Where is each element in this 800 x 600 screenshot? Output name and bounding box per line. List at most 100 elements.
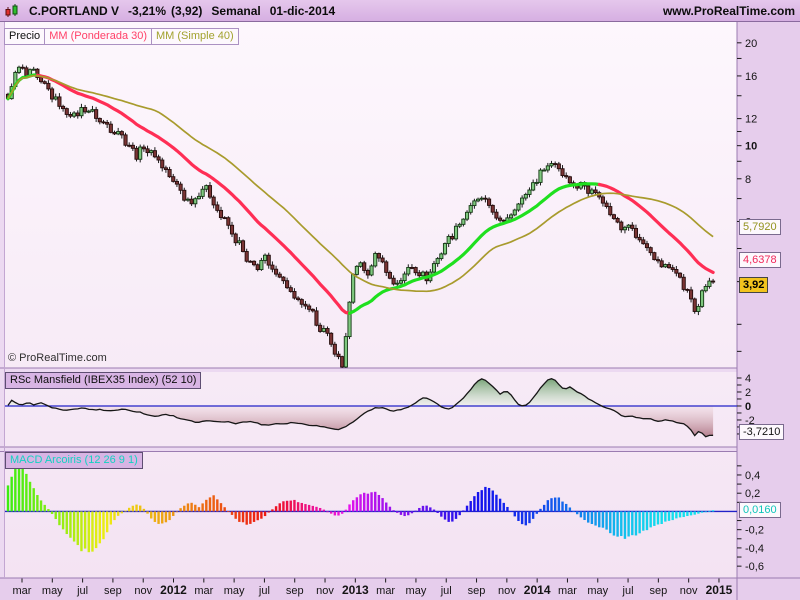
- candle-body: [604, 202, 609, 207]
- y-tick-label: 2: [745, 387, 751, 399]
- macd-bar: [642, 511, 645, 531]
- macd-bar: [535, 511, 539, 514]
- macd-bar: [576, 511, 579, 515]
- macd-bar: [693, 511, 696, 515]
- macd-bar: [509, 511, 513, 512]
- candle-body: [119, 131, 124, 136]
- candle-body: [167, 169, 172, 178]
- macd-bar: [351, 500, 355, 512]
- candle-body: [600, 196, 605, 204]
- macd-bar: [653, 511, 656, 526]
- candle-body: [593, 189, 598, 194]
- macd-bar: [542, 504, 546, 512]
- macd-bar: [447, 511, 450, 522]
- macd-bar: [263, 511, 267, 517]
- x-axis-label: nov: [680, 585, 698, 597]
- candle-body: [553, 163, 558, 166]
- macd-bar: [161, 511, 164, 524]
- macd-bar: [120, 511, 124, 514]
- macd-bar: [568, 507, 572, 512]
- macd-bar: [168, 511, 171, 521]
- x-axis-label: may: [406, 585, 427, 597]
- candle-body: [674, 269, 679, 274]
- candle-body: [218, 209, 224, 219]
- macd-bar: [682, 511, 685, 518]
- macd-bar: [689, 511, 693, 516]
- prorealtime-window: 2016121086420-20,40,2-0,2-0,4-0,6marmayj…: [0, 0, 800, 600]
- macd-bar: [21, 468, 24, 512]
- candle-body: [340, 356, 345, 368]
- rsc-value-box: -3,7210: [739, 424, 785, 440]
- candle-body: [387, 271, 392, 279]
- macd-bar: [469, 501, 472, 512]
- macd-bar: [153, 511, 157, 522]
- candle-body: [490, 204, 495, 213]
- rsc-panel-label[interactable]: RSc Mansfield (IBEX35 Index) (52 10): [5, 372, 202, 389]
- macd-bar: [278, 503, 281, 512]
- x-axis-label: sep: [104, 585, 122, 597]
- candle-body: [189, 198, 194, 205]
- candle-body: [692, 298, 697, 312]
- candle-body: [439, 253, 444, 260]
- candle-body: [435, 258, 440, 265]
- macd-bar: [370, 492, 373, 512]
- candle-body: [321, 328, 326, 332]
- candle-body: [303, 303, 308, 307]
- candle-body: [16, 66, 22, 73]
- macd-bar: [179, 508, 182, 512]
- candle-body: [105, 121, 110, 125]
- macd-bar: [333, 511, 337, 516]
- macd-bar: [83, 511, 87, 549]
- macd-bar: [329, 511, 333, 514]
- candle-body: [442, 243, 448, 255]
- macd-bar: [605, 511, 608, 530]
- macd-bar: [238, 511, 241, 522]
- macd-bar: [502, 502, 505, 512]
- candle-body: [685, 288, 690, 291]
- macd-bar: [704, 511, 707, 513]
- macd-bar: [594, 511, 597, 526]
- macd-bar: [311, 505, 315, 512]
- candle-body: [207, 185, 213, 198]
- macd-bar: [274, 506, 278, 512]
- candle-body: [211, 196, 216, 206]
- macd-bar: [105, 511, 109, 533]
- macd-bar: [443, 511, 447, 520]
- macd-bar: [252, 511, 256, 522]
- macd-bar: [10, 476, 13, 512]
- macd-bar: [649, 511, 652, 528]
- macd-bar: [601, 511, 605, 528]
- wma30-value-box: 4,6378: [739, 251, 781, 268]
- macd-bar: [116, 511, 120, 516]
- macd-bar: [6, 485, 10, 512]
- website-link[interactable]: www.ProRealTime.com: [663, 4, 795, 18]
- macd-bar: [407, 511, 410, 516]
- macd-bar: [451, 511, 454, 522]
- macd-bar: [98, 511, 102, 544]
- macd-bar: [524, 511, 527, 526]
- candle-body: [648, 247, 653, 254]
- candle-body: [42, 81, 47, 84]
- candle-body: [233, 233, 238, 244]
- candle-body: [637, 236, 642, 241]
- candle-body: [237, 240, 242, 244]
- macd-bar: [656, 511, 660, 525]
- candle-body: [307, 305, 312, 310]
- x-axis-label: jul: [76, 585, 88, 597]
- legend-mm-simple-40[interactable]: MM (Simple 40): [151, 28, 239, 45]
- candle-body: [520, 197, 525, 205]
- chart-canvas[interactable]: 2016121086420-20,40,2-0,2-0,4-0,6marmayj…: [0, 0, 800, 600]
- legend-mm-ponderada-30[interactable]: MM (Ponderada 30): [44, 28, 153, 45]
- candle-body: [446, 235, 451, 244]
- x-axis-label: 2014: [524, 583, 551, 597]
- candle-body: [644, 243, 650, 249]
- candle-body: [626, 224, 631, 228]
- macd-panel-label[interactable]: MACD Arcoiris (12 26 9 1): [5, 452, 143, 469]
- macd-bar: [609, 511, 612, 534]
- candle-body: [263, 254, 268, 261]
- candle-body: [373, 253, 378, 267]
- macd-bar: [465, 505, 469, 512]
- legend-precio[interactable]: Precio: [4, 28, 46, 45]
- macd-bar: [289, 500, 292, 512]
- macd-bar: [623, 511, 627, 539]
